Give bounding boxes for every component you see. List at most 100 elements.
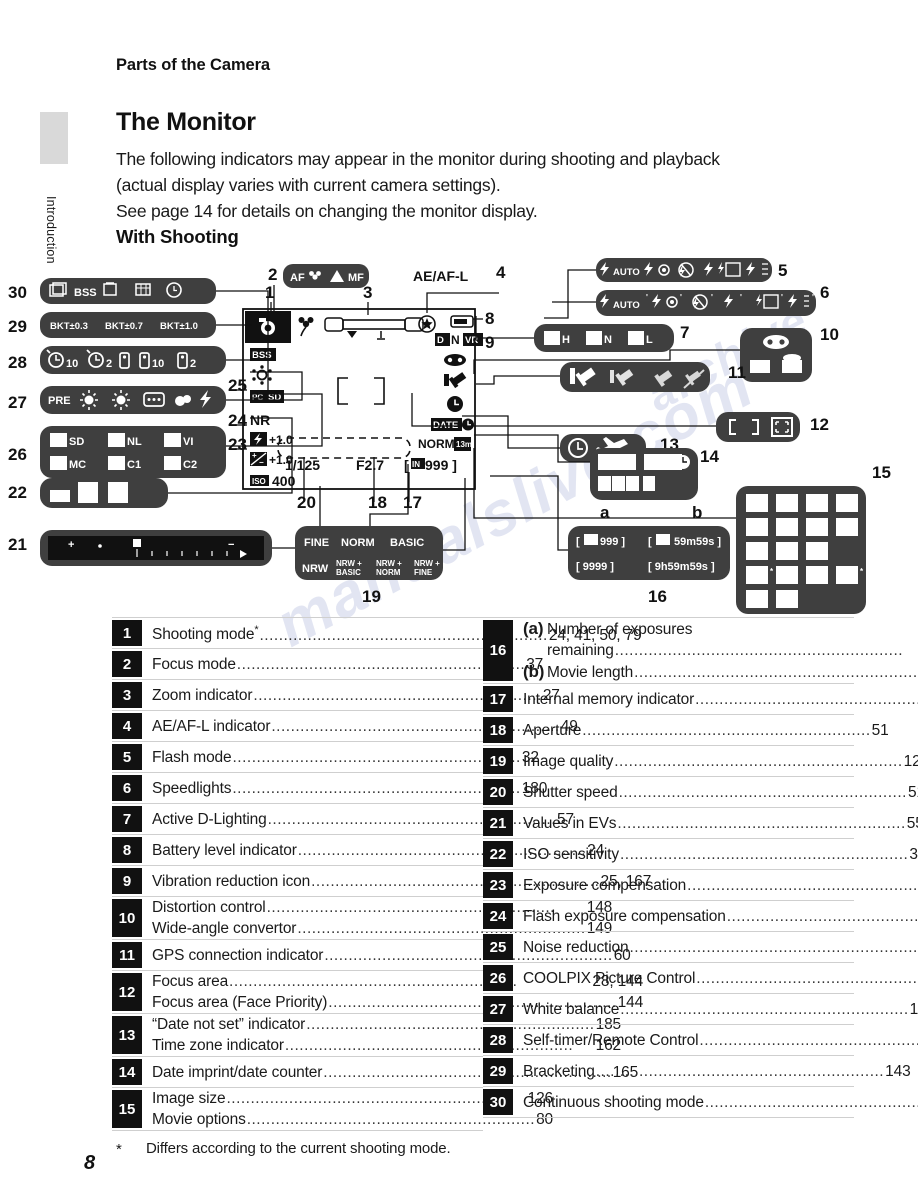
svg-text:NORM: NORM [418, 437, 455, 451]
legend-page-ref: 143 [885, 1062, 911, 1080]
svg-text:−: − [228, 539, 234, 551]
legend-entry-label: Shooting mode* [152, 624, 259, 644]
legend-row-number: 13 [112, 1016, 142, 1054]
svg-text:+: + [68, 539, 74, 551]
svg-text:H: H [562, 334, 570, 346]
legend-entry-label: Aperture [523, 721, 582, 739]
page-title: The Monitor [116, 108, 256, 136]
legend-row-body: Continuous shooting mode................… [513, 1087, 918, 1117]
leader-dots: ........................................… [618, 783, 907, 801]
callout-2: 2 [268, 265, 277, 284]
legend-entry: Bracketing..............................… [523, 1061, 911, 1082]
svg-text:PC: PC [810, 548, 821, 557]
legend-row: 21 Values in EVs.........................… [483, 808, 918, 839]
legend-page-ref: 51 [907, 783, 918, 801]
svg-text:3: 3 [628, 480, 633, 491]
legend-entry-label: Date imprint/date counter [152, 1063, 323, 1081]
legend-entry-label: AE/AF-L indicator [152, 717, 271, 735]
legend-entry-label: White balance [523, 1000, 620, 1018]
svg-text:1: 1 [646, 480, 652, 491]
legend-entry: Flash mode..............................… [152, 747, 539, 768]
legend-row-number: 15 [112, 1090, 142, 1128]
legend-row: 3 Zoom indicator.........................… [112, 680, 560, 711]
svg-text:Hi: Hi [81, 484, 89, 493]
legend-entry-label: Number of exposures [547, 621, 693, 638]
legend-row-number: 26 [483, 965, 513, 991]
legend-entry: Shutter speed...........................… [523, 782, 918, 803]
legend-row-number: 7 [112, 806, 142, 832]
legend-column-right: 16 (a) Number of exposures remaining.......… [483, 617, 918, 1131]
legend-entry: Aperture................................… [523, 720, 889, 741]
leader-dots: ........................................… [236, 655, 526, 673]
svg-text:': ' [711, 293, 713, 302]
legend-row-body: Bracketing..............................… [513, 1056, 915, 1086]
svg-text:W: W [786, 363, 795, 374]
legend-row: 8 Battery level indicator................… [112, 835, 604, 866]
svg-text:BKT±1.0: BKT±1.0 [160, 321, 198, 332]
legend-row: 17 Internal memory indicator.............… [483, 684, 918, 715]
svg-text:IN: IN [412, 460, 420, 469]
legend-row: 25 Noise reduction.......................… [483, 932, 917, 963]
legend-row-number: 6 [112, 775, 142, 801]
legend-entry: Internal memory indicator...............… [523, 689, 918, 710]
svg-text:ISO: ISO [80, 494, 94, 503]
callout-7: 7 [680, 323, 689, 342]
leader-dots: ........................................… [595, 1062, 885, 1080]
svg-text:59m59s ]: 59m59s ] [674, 536, 721, 548]
leader-dots: ........................................… [620, 1000, 909, 1018]
callout-14: 14 [700, 447, 719, 466]
legend-column-left: 1 Shooting mode*.........................… [112, 617, 651, 1131]
section-tab-block [40, 112, 68, 164]
legend-entry: Exposure compensation...................… [523, 875, 918, 896]
legend-row-number: 28 [483, 1027, 513, 1053]
svg-text:13m: 13m [456, 440, 472, 449]
legend-row-body: ISO sensitivity.........................… [513, 839, 918, 869]
legend-row-number: 19 [483, 748, 513, 774]
svg-text:NL: NL [127, 436, 142, 448]
svg-text:NRW +: NRW + [414, 559, 440, 568]
callout-21: 21 [8, 535, 27, 554]
legend-entry-label: Flash mode [152, 748, 232, 766]
svg-text:BASIC: BASIC [390, 537, 424, 549]
svg-text:F2.7: F2.7 [356, 457, 384, 473]
manual-page: manualslive.com archive Parts of the Cam… [0, 0, 918, 1188]
svg-text:3:2: 3:2 [839, 524, 851, 533]
svg-text:D: D [588, 335, 594, 344]
legend-row-number: 18 [483, 717, 513, 743]
legend-row-number: 1 [112, 620, 142, 646]
svg-text:': ' [740, 293, 742, 302]
leader-dots: ........................................… [687, 876, 918, 894]
svg-text:MF: MF [348, 272, 364, 284]
legend-entry: Image quality...........................… [523, 751, 918, 772]
callout-9: 9 [485, 333, 494, 352]
legend-entry-label: Values in EVs [523, 814, 617, 832]
svg-text:320: 320 [808, 572, 822, 581]
legend-entry: Flash exposure compensation.............… [523, 906, 918, 927]
legend-page-ref: 55 [906, 814, 918, 832]
callout-28: 28 [8, 353, 27, 372]
legend-row: 1 Shooting mode*.........................… [112, 617, 642, 649]
legend-entry-label: Focus area (Face Priority) [152, 994, 328, 1011]
legend-entry-label: Movie length [547, 664, 634, 681]
svg-text:2: 2 [190, 358, 196, 370]
legend-row: 22 ISO sensitivity.......................… [483, 839, 918, 870]
svg-text:D: D [630, 335, 636, 344]
callout-12: 12 [810, 415, 829, 434]
svg-text:': ' [646, 293, 648, 302]
svg-text:D: D [546, 335, 552, 344]
callout-8: 8 [485, 309, 494, 328]
callout-17: 17 [403, 493, 422, 512]
legend-entry-label: Zoom indicator [152, 686, 253, 704]
svg-text:999 ]: 999 ] [600, 536, 625, 548]
svg-text:[ 9h59m59s ]: [ 9h59m59s ] [648, 561, 715, 573]
leader-dots: ........................................… [704, 1093, 918, 1111]
legend-entry: ISO sensitivity.........................… [523, 844, 918, 865]
legend-entry-label: Bracketing [523, 1062, 595, 1080]
intro-line-3: See page 14 for details on changing the … [116, 201, 538, 221]
legend-entry-label: Focus area [152, 973, 229, 990]
svg-text:PC: PC [110, 437, 121, 446]
legend-entry-label2: remaining [547, 642, 614, 659]
legend-row: 26 COOLPIX Picture Control...............… [483, 963, 918, 994]
legend-row: 7 Active D-Lighting......................… [112, 804, 574, 835]
sublabel-b: b [692, 503, 702, 522]
